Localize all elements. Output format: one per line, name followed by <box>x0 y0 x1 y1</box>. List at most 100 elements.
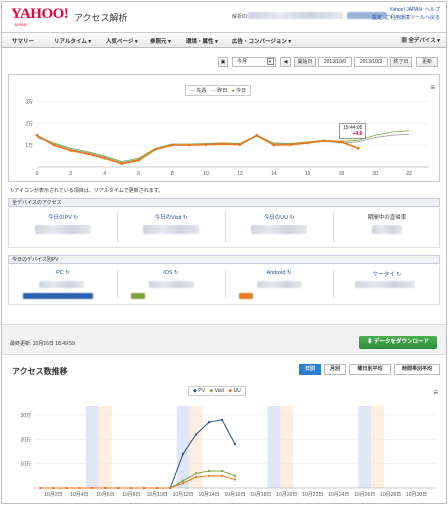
today-point <box>339 140 343 144</box>
y-tick-label: 10万 <box>20 462 31 468</box>
series-line-today <box>36 134 359 165</box>
x-tick-label: 20 <box>372 171 378 177</box>
end-date-input[interactable]: 2013/10/3 <box>354 57 388 67</box>
x-tick-label: 6 <box>137 171 140 177</box>
y-tick-label: 20万 <box>20 437 31 443</box>
end-date-label: 終了日 <box>390 57 412 67</box>
grid-icon: ▦ <box>401 38 407 44</box>
trend-point <box>195 476 198 479</box>
nav-popular-pages[interactable]: 人気ページ ▾ <box>106 37 138 45</box>
nav-environment[interactable]: 環境・属性 ▾ <box>186 37 218 45</box>
today-point <box>221 142 225 146</box>
trend-point <box>104 487 107 489</box>
trend-point <box>117 487 120 489</box>
trend-point <box>39 487 42 489</box>
refresh-icon: ↻ <box>289 215 295 221</box>
refresh-icon: ↻ <box>182 215 188 221</box>
keitai-value-redacted <box>355 281 415 288</box>
start-date-label: 開始日 <box>294 57 316 67</box>
today-point <box>86 152 90 156</box>
nav-realtime[interactable]: リアルタイム ▾ <box>54 37 91 45</box>
prev-period-button[interactable]: ◀ <box>280 57 291 67</box>
trend-point <box>65 487 68 489</box>
refresh-icon: ↻ <box>396 272 402 278</box>
main-nav: サマリー リアルタイム ▾ 人気ページ ▾ 参照元 ▾ 環境・属性 ▾ 広告・コ… <box>2 32 446 48</box>
today-point <box>255 133 259 137</box>
tab-daily[interactable]: 日別 <box>299 364 321 375</box>
trend-point <box>169 487 172 489</box>
ios-value-redacted <box>149 281 194 288</box>
today-point <box>103 156 107 160</box>
trend-point <box>182 452 185 455</box>
nav-referrers[interactable]: 参照元 ▾ <box>150 37 171 45</box>
today-point <box>170 143 174 147</box>
pc-value-redacted <box>39 281 84 288</box>
series-line-visit <box>40 470 236 489</box>
tab-monthly[interactable]: 月別 <box>324 364 346 375</box>
series-line-uu <box>40 475 236 489</box>
trend-point <box>208 469 211 472</box>
x-tick-label: 10月2日 <box>44 492 62 498</box>
ios-label: iOS <box>163 270 173 276</box>
today-visit-value-redacted <box>143 225 199 234</box>
x-tick-label: 8 <box>171 171 174 177</box>
ios-bar-redacted <box>131 293 145 299</box>
y-tick-label: 2万 <box>25 121 33 127</box>
trend-point <box>208 421 211 424</box>
trend-point <box>208 474 211 477</box>
download-button[interactable]: ⬇ データをダウンロード <box>359 336 437 349</box>
tab-hourly-avg[interactable]: 時間帯別平均 <box>394 364 440 375</box>
x-tick-label: 18 <box>339 171 345 177</box>
device-selector[interactable]: ▦ 全デバイス ▾ <box>401 36 440 44</box>
yahoo-japan-link[interactable]: Yahoo! JAPAN <box>389 7 422 13</box>
trend-point <box>195 433 198 436</box>
x-tick-label: 10月16日 <box>224 492 245 498</box>
android-cell: Android ↻ <box>225 270 333 276</box>
realtime-chart-panel: — 先週 — 昨日 ● 今日 ≡ 1万 2万 3万 0 2 4 6 8 10 12 14 16 18 20… <box>8 74 440 182</box>
period-select[interactable]: 今月 ▼ <box>232 57 276 67</box>
today-pv-label: 今日のPV <box>48 215 72 221</box>
android-label: Android <box>266 270 286 276</box>
x-tick-label: 14 <box>271 171 277 177</box>
start-date-input[interactable]: 2013/10/0 <box>318 57 352 67</box>
today-point <box>306 141 309 145</box>
update-button[interactable]: 更新 <box>416 57 438 67</box>
app-window: YAHOO! JAPAN アクセス解析 解析ID: Yahoo! JAPAN ヘル… <box>1 1 447 504</box>
trend-point <box>234 478 236 481</box>
calendar-icon[interactable]: ▣ <box>218 57 228 67</box>
x-tick-label: 10 <box>203 171 209 177</box>
trend-point <box>78 487 81 489</box>
nav-summary[interactable]: サマリー <box>12 37 34 45</box>
yahoo-logo[interactable]: YAHOO! <box>11 7 69 22</box>
bounce-rate-cell: 期間中の直帰率 <box>333 213 441 234</box>
x-tick-label: 16 <box>305 171 311 177</box>
pc-cell: PC ↻ <box>9 270 117 276</box>
x-tick-label: 10月8日 <box>122 492 140 498</box>
series-line-pv <box>40 419 236 489</box>
x-tick-label: 12 <box>237 171 243 177</box>
tab-weekday-avg[interactable]: 曜日別平均 <box>349 364 391 375</box>
trend-point <box>52 487 55 489</box>
nav-ads-conversion[interactable]: 広告・コンバージョン ▾ <box>232 37 291 45</box>
x-tick-label: 10月4日 <box>70 492 88 498</box>
settings-link[interactable]: 設定 <box>372 15 382 21</box>
trend-point <box>234 474 236 477</box>
x-tick-label: 10月10日 <box>147 492 168 498</box>
back-to-tools-link[interactable]: ご利用環境ツールへ戻る <box>385 15 440 21</box>
help-link[interactable]: ヘルプ <box>425 7 440 13</box>
x-tick-label: 22 <box>406 171 412 177</box>
chevron-down-icon[interactable]: ▼ <box>267 58 274 65</box>
x-tick-label: 10月6日 <box>96 492 114 498</box>
today-point <box>52 143 56 147</box>
realtime-chart: 1万 2万 3万 0 2 4 6 8 10 12 14 16 18 20 22 <box>25 99 429 177</box>
last-update: 最終更新: 10月16日 18:49:59 <box>10 341 75 347</box>
today-point <box>238 143 242 147</box>
keitai-label: ケータイ <box>372 272 395 278</box>
refresh-icon: ↻ <box>286 270 292 276</box>
trend-menu-icon[interactable]: ≡ <box>433 388 438 397</box>
trend-point <box>221 474 224 477</box>
x-tick-label: 2 <box>69 171 72 177</box>
x-tick-label: 0 <box>36 171 39 177</box>
chart-tooltip: 19:44:05 +4,9 <box>339 123 367 139</box>
trend-point <box>182 479 185 482</box>
